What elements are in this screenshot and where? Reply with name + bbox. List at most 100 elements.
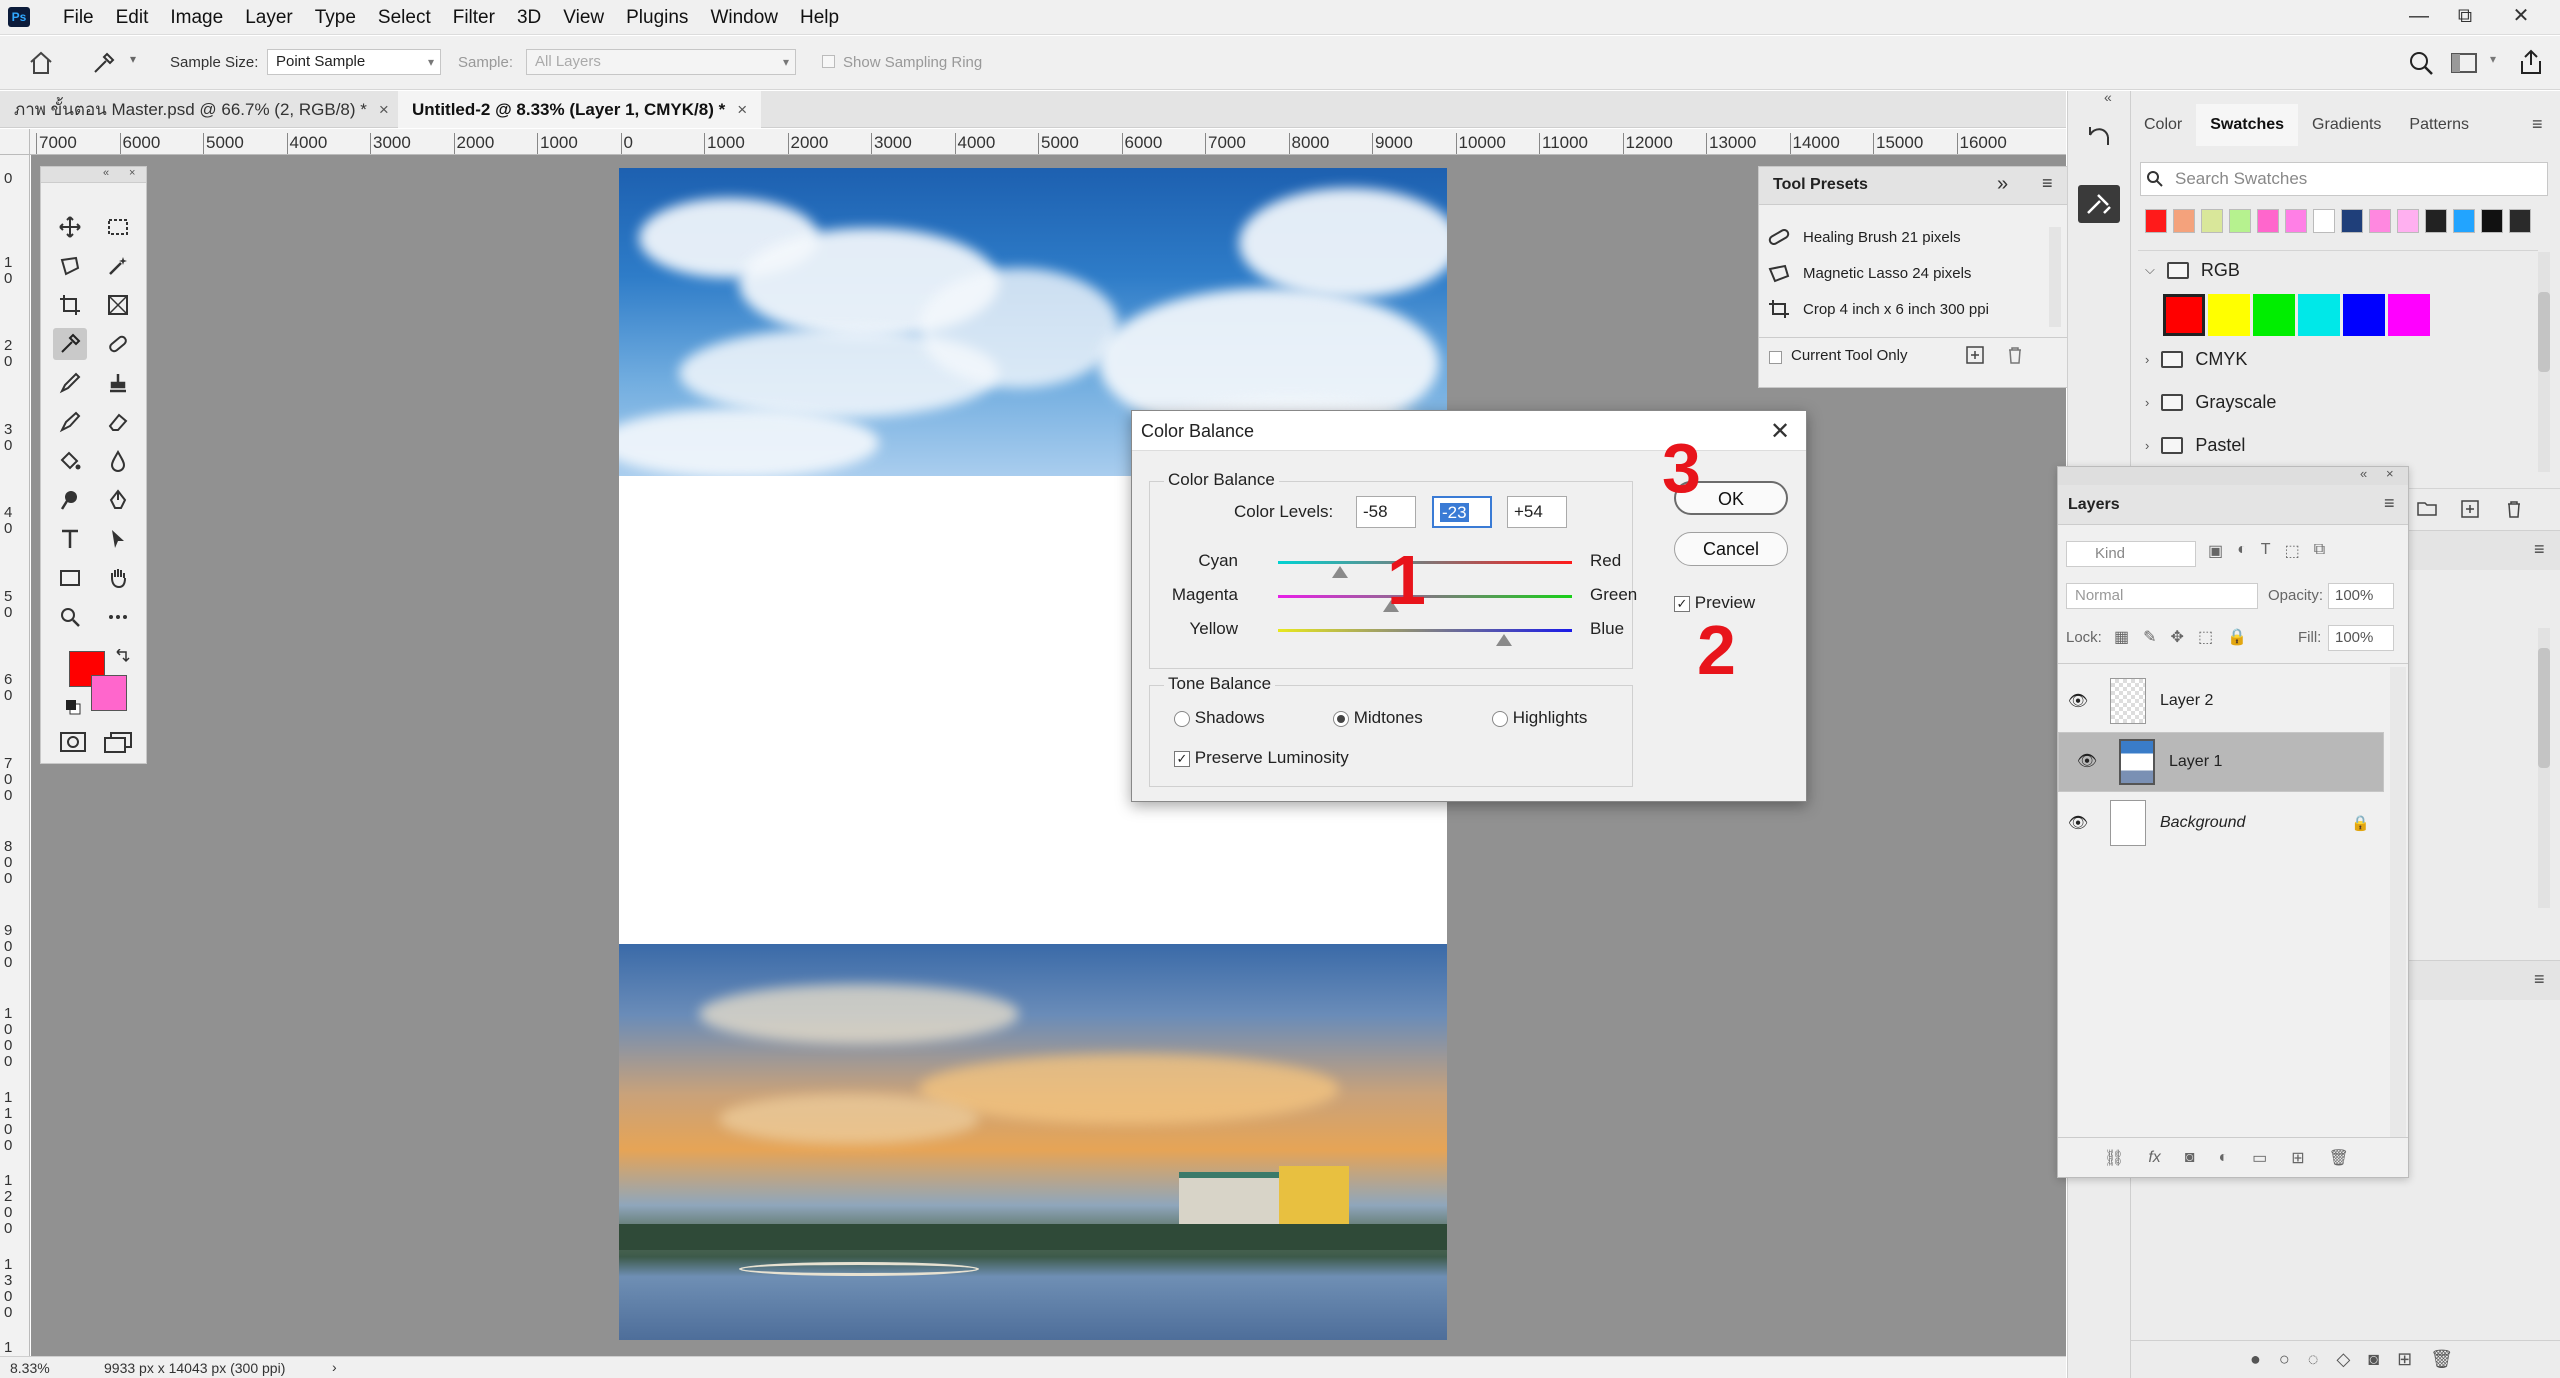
expand-icon[interactable]: »: [1997, 173, 2008, 196]
close-icon[interactable]: ✕: [1770, 417, 1790, 446]
kind-filter-select[interactable]: Kind: [2066, 541, 2196, 567]
recent-swatch[interactable]: [2397, 209, 2419, 233]
tab-untitled-2[interactable]: Untitled-2 @ 8.33% (Layer 1, CMYK/8) * ×: [398, 91, 762, 128]
eraser-tool-icon[interactable]: [101, 406, 135, 438]
frame-tool-icon[interactable]: [101, 289, 135, 321]
eyedropper-tool-icon[interactable]: [53, 328, 87, 360]
opacity-input[interactable]: 100%: [2328, 583, 2394, 609]
trash-icon[interactable]: [2005, 345, 2025, 365]
rgb-swatch[interactable]: [2208, 294, 2250, 336]
recent-swatch[interactable]: [2145, 209, 2167, 233]
toolbox-header[interactable]: «×: [41, 167, 146, 183]
move-tool-icon[interactable]: [53, 211, 87, 243]
layer-row-background[interactable]: 👁 Background 🔒: [2058, 793, 2384, 853]
swatch-folder-rgb[interactable]: ⌵ RGB: [2145, 252, 2240, 288]
layers-scrollbar[interactable]: [2390, 667, 2406, 1137]
close-icon[interactable]: ×: [379, 100, 389, 119]
menu-edit[interactable]: Edit: [105, 0, 160, 35]
menu-window[interactable]: Window: [699, 0, 789, 35]
chevron-down-icon[interactable]: ⌵: [2145, 262, 2155, 278]
magenta-green-level-input[interactable]: -23: [1432, 496, 1492, 528]
history-brush-tool-icon[interactable]: [53, 406, 87, 438]
menu-layer[interactable]: Layer: [234, 0, 304, 35]
recent-swatch[interactable]: [2173, 209, 2195, 233]
default-colors-icon[interactable]: [65, 699, 83, 715]
marquee-tool-icon[interactable]: [101, 211, 135, 243]
load-selection-icon[interactable]: ●: [2250, 1349, 2261, 1370]
workspace-dropdown-icon[interactable]: ▾: [2490, 52, 2496, 66]
recent-swatch[interactable]: [2509, 209, 2531, 233]
current-tool-only-checkbox[interactable]: [1769, 351, 1782, 364]
menu-select[interactable]: Select: [367, 0, 442, 35]
tool-preset-dropdown-icon[interactable]: ▾: [130, 52, 136, 66]
fx-icon[interactable]: fx: [2148, 1149, 2160, 1167]
highlights-radio[interactable]: [1492, 710, 1508, 727]
menu-type[interactable]: Type: [304, 0, 367, 35]
recent-swatch[interactable]: [2201, 209, 2223, 233]
yellow-blue-slider-thumb[interactable]: [1496, 634, 1513, 646]
lock-image-icon[interactable]: ✎: [2143, 627, 2156, 647]
midtones-radio[interactable]: [1333, 710, 1349, 727]
menu-filter[interactable]: Filter: [442, 0, 506, 35]
new-group-icon[interactable]: ▭: [2252, 1148, 2267, 1168]
properties-scrollbar[interactable]: [2538, 628, 2550, 908]
new-group-icon[interactable]: [2416, 499, 2438, 517]
highlights-option[interactable]: Highlights: [1492, 708, 1587, 728]
brush-tool-icon[interactable]: [53, 367, 87, 399]
visibility-eye-icon[interactable]: 👁: [2067, 750, 2107, 774]
tab-swatches[interactable]: Swatches: [2196, 104, 2299, 146]
search-icon[interactable]: [2408, 50, 2434, 76]
panel-menu-icon[interactable]: ≡: [2534, 539, 2545, 560]
presets-scrollbar[interactable]: [2049, 227, 2061, 327]
magic-wand-tool-icon[interactable]: [101, 250, 135, 282]
path-icon[interactable]: ◌: [2308, 1349, 2319, 1370]
menu-plugins[interactable]: Plugins: [615, 0, 699, 35]
lock-position-icon[interactable]: ✥: [2171, 627, 2184, 647]
rgb-swatch[interactable]: [2388, 294, 2430, 336]
clone-stamp-tool-icon[interactable]: [101, 367, 135, 399]
recent-swatch[interactable]: [2481, 209, 2503, 233]
search-swatches-input[interactable]: Search Swatches: [2140, 162, 2548, 196]
trash-icon[interactable]: 🗑: [2430, 1349, 2453, 1370]
tab-color[interactable]: Color: [2130, 104, 2196, 146]
zoom-tool-icon[interactable]: [53, 601, 87, 633]
new-layer-icon[interactable]: ⊞: [2291, 1148, 2304, 1168]
panel-menu-icon[interactable]: ≡: [2384, 493, 2395, 514]
new-preset-icon[interactable]: [1965, 345, 1985, 365]
tab-patterns[interactable]: Patterns: [2395, 104, 2483, 146]
yellow-blue-slider-track[interactable]: [1278, 629, 1572, 632]
save-selection-icon[interactable]: ○: [2279, 1349, 2290, 1370]
path-selection-tool-icon[interactable]: [101, 523, 135, 555]
fill-input[interactable]: 100%: [2328, 625, 2394, 651]
rgb-swatch[interactable]: [2298, 294, 2340, 336]
recent-swatch[interactable]: [2369, 209, 2391, 233]
menu-view[interactable]: View: [552, 0, 615, 35]
preset-item[interactable]: Healing Brush 21 pixels: [1767, 221, 2037, 253]
restore-button[interactable]: ⧉: [2442, 0, 2488, 35]
recent-swatch[interactable]: [2257, 209, 2279, 233]
menu-image[interactable]: Image: [159, 0, 234, 35]
more-tools-icon[interactable]: [101, 601, 135, 633]
menu-help[interactable]: Help: [789, 0, 850, 35]
rectangle-tool-icon[interactable]: [53, 562, 87, 594]
rgb-swatch[interactable]: [2343, 294, 2385, 336]
swatches-scrollbar[interactable]: [2538, 252, 2550, 472]
type-tool-icon[interactable]: [53, 523, 87, 555]
blend-mode-select[interactable]: Normal: [2066, 583, 2258, 609]
status-menu-icon[interactable]: ›: [332, 1359, 337, 1375]
swatch-folder-grayscale[interactable]: › Grayscale: [2145, 384, 2276, 420]
tab-gradients[interactable]: Gradients: [2298, 104, 2395, 146]
preview-checkbox[interactable]: ✓: [1674, 595, 1690, 612]
preset-item[interactable]: Magnetic Lasso 24 pixels: [1767, 257, 2037, 289]
link-layers-icon[interactable]: ⛓: [2104, 1148, 2124, 1168]
show-sampling-ring-checkbox[interactable]: [822, 55, 835, 68]
preserve-luminosity-option[interactable]: ✓ Preserve Luminosity: [1174, 748, 1349, 768]
panel-menu-icon[interactable]: ≡: [2042, 173, 2053, 194]
adjustment-filter-icon[interactable]: ◐: [2237, 541, 2247, 561]
chevron-right-icon[interactable]: ›: [2145, 438, 2149, 453]
chevron-right-icon[interactable]: ›: [2145, 395, 2149, 410]
layers-drag-bar[interactable]: « ×: [2058, 466, 2408, 485]
share-icon[interactable]: [2518, 48, 2544, 76]
screen-mode-icon[interactable]: [103, 731, 133, 753]
background-color-swatch[interactable]: [91, 675, 127, 711]
